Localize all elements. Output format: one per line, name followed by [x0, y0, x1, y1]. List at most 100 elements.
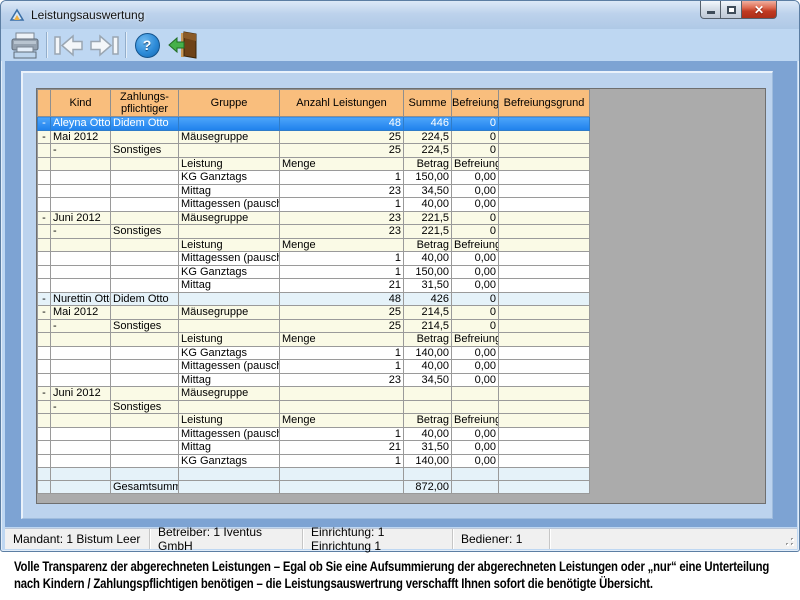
- expand-toggle[interactable]: -: [38, 306, 51, 320]
- table-row[interactable]: LeistungMengeBetragBefreiung: [38, 414, 590, 428]
- table-row[interactable]: -Aleyna OttoDidem Otto484460: [38, 117, 590, 131]
- cell: 21: [280, 441, 404, 455]
- cell: Sonstiges: [111, 144, 179, 158]
- cell: 1: [280, 265, 404, 279]
- grid: KindZahlungs- pflichtigerGruppeAnzahl Le…: [36, 88, 766, 504]
- close-button[interactable]: ✕: [742, 1, 777, 19]
- cell: Leistung: [179, 333, 280, 347]
- column-header[interactable]: Summe: [404, 90, 452, 117]
- cell: [111, 346, 179, 360]
- table-row[interactable]: Mittag2131,500,00: [38, 279, 590, 293]
- column-header[interactable]: Zahlungs- pflichtiger: [111, 90, 179, 117]
- table-row[interactable]: -Juni 2012Mäusegruppe: [38, 387, 590, 401]
- table-row[interactable]: Mittag2334,500,00: [38, 373, 590, 387]
- table-row[interactable]: -Sonstiges25224,50: [38, 144, 590, 158]
- cell: 34,50: [404, 373, 452, 387]
- resize-grip[interactable]: [782, 534, 795, 547]
- table-row[interactable]: Mittagessen (pauschal)140,000,00: [38, 427, 590, 441]
- cell: [179, 468, 280, 481]
- column-header[interactable]: Anzahl Leistungen: [280, 90, 404, 117]
- table-row[interactable]: Mittagessen (pauschal)140,000,00: [38, 252, 590, 266]
- cell: [51, 184, 111, 198]
- expand-cell: [38, 238, 51, 252]
- cell: [111, 130, 179, 144]
- cell: [499, 468, 590, 481]
- cell: [499, 252, 590, 266]
- column-header[interactable]: Kind: [51, 90, 111, 117]
- table-row[interactable]: LeistungMengeBetragBefreiung: [38, 157, 590, 171]
- table-row[interactable]: Gesamtsumme872,00: [38, 480, 590, 494]
- nav-first-button[interactable]: [50, 30, 86, 60]
- nav-last-button[interactable]: [86, 30, 122, 60]
- cell: 0,00: [452, 265, 499, 279]
- cell: 224,5: [404, 130, 452, 144]
- cell: [499, 144, 590, 158]
- maximize-button[interactable]: [721, 1, 742, 19]
- exit-button[interactable]: [165, 30, 201, 60]
- minimize-button[interactable]: [700, 1, 721, 19]
- cell: [499, 198, 590, 212]
- table-row[interactable]: Mittagessen (pauschal)140,000,00: [38, 198, 590, 212]
- column-header[interactable]: Gruppe: [179, 90, 280, 117]
- table-row[interactable]: KG Ganztags1140,000,00: [38, 454, 590, 468]
- toolbar-separator: [125, 32, 126, 58]
- cell: Didem Otto: [111, 292, 179, 306]
- table-row[interactable]: -Sonstiges: [38, 400, 590, 414]
- status-item: Mandant: 1 Bistum Leer: [5, 529, 150, 549]
- cell: [179, 117, 280, 131]
- expand-cell: [38, 333, 51, 347]
- cell: KG Ganztags: [179, 454, 280, 468]
- cell: 0,00: [452, 360, 499, 374]
- cell: 31,50: [404, 441, 452, 455]
- cell: -: [51, 225, 111, 239]
- expand-toggle[interactable]: -: [38, 117, 51, 131]
- table-row[interactable]: KG Ganztags1140,000,00: [38, 346, 590, 360]
- cell: 25: [280, 319, 404, 333]
- table-row[interactable]: LeistungMengeBetragBefreiung: [38, 238, 590, 252]
- table-row[interactable]: KG Ganztags1150,000,00: [38, 265, 590, 279]
- cell: [452, 468, 499, 481]
- table-row[interactable]: Mittag2334,500,00: [38, 184, 590, 198]
- table-row[interactable]: -Juni 2012Mäusegruppe23221,50: [38, 211, 590, 225]
- cell: Mäusegruppe: [179, 306, 280, 320]
- help-icon: ?: [135, 33, 160, 58]
- table-row[interactable]: -Sonstiges23221,50: [38, 225, 590, 239]
- table-row[interactable]: -Mai 2012Mäusegruppe25214,50: [38, 306, 590, 320]
- table-row[interactable]: [38, 468, 590, 481]
- cell: [499, 387, 590, 401]
- cell: 150,00: [404, 265, 452, 279]
- expand-toggle[interactable]: -: [38, 211, 51, 225]
- toolbar-separator: [46, 32, 47, 58]
- column-header[interactable]: [38, 90, 51, 117]
- cell: [111, 333, 179, 347]
- expand-toggle[interactable]: -: [38, 292, 51, 306]
- cell: [499, 480, 590, 494]
- expand-cell: [38, 360, 51, 374]
- cell: 40,00: [404, 198, 452, 212]
- table-row[interactable]: -Mai 2012Mäusegruppe25224,50: [38, 130, 590, 144]
- column-header[interactable]: Befreiung: [452, 90, 499, 117]
- column-header[interactable]: Befreiungsgrund: [499, 90, 590, 117]
- cell: [452, 387, 499, 401]
- cell: Mittagessen (pauschal): [179, 360, 280, 374]
- cell: [499, 238, 590, 252]
- table-row[interactable]: LeistungMengeBetragBefreiung: [38, 333, 590, 347]
- expand-toggle[interactable]: -: [38, 130, 51, 144]
- expand-toggle[interactable]: -: [38, 387, 51, 401]
- cell: Didem Otto: [111, 117, 179, 131]
- table-row[interactable]: KG Ganztags1150,000,00: [38, 171, 590, 185]
- table-row[interactable]: Mittag2131,500,00: [38, 441, 590, 455]
- cell: [499, 171, 590, 185]
- cell: [499, 292, 590, 306]
- table-row[interactable]: -Sonstiges25214,50: [38, 319, 590, 333]
- table-row[interactable]: -Nurettin OttoDidem Otto484260: [38, 292, 590, 306]
- grid-body: -Aleyna OttoDidem Otto484460-Mai 2012Mäu…: [38, 117, 590, 494]
- cell: 0: [452, 306, 499, 320]
- table-row[interactable]: Mittagessen (pauschal)140,000,00: [38, 360, 590, 374]
- cell: [51, 454, 111, 468]
- print-button[interactable]: [7, 30, 43, 60]
- cell: Menge: [280, 333, 404, 347]
- help-button[interactable]: ?: [129, 30, 165, 60]
- titlebar: Leistungsauswertung ✕: [1, 1, 799, 29]
- cell: [499, 333, 590, 347]
